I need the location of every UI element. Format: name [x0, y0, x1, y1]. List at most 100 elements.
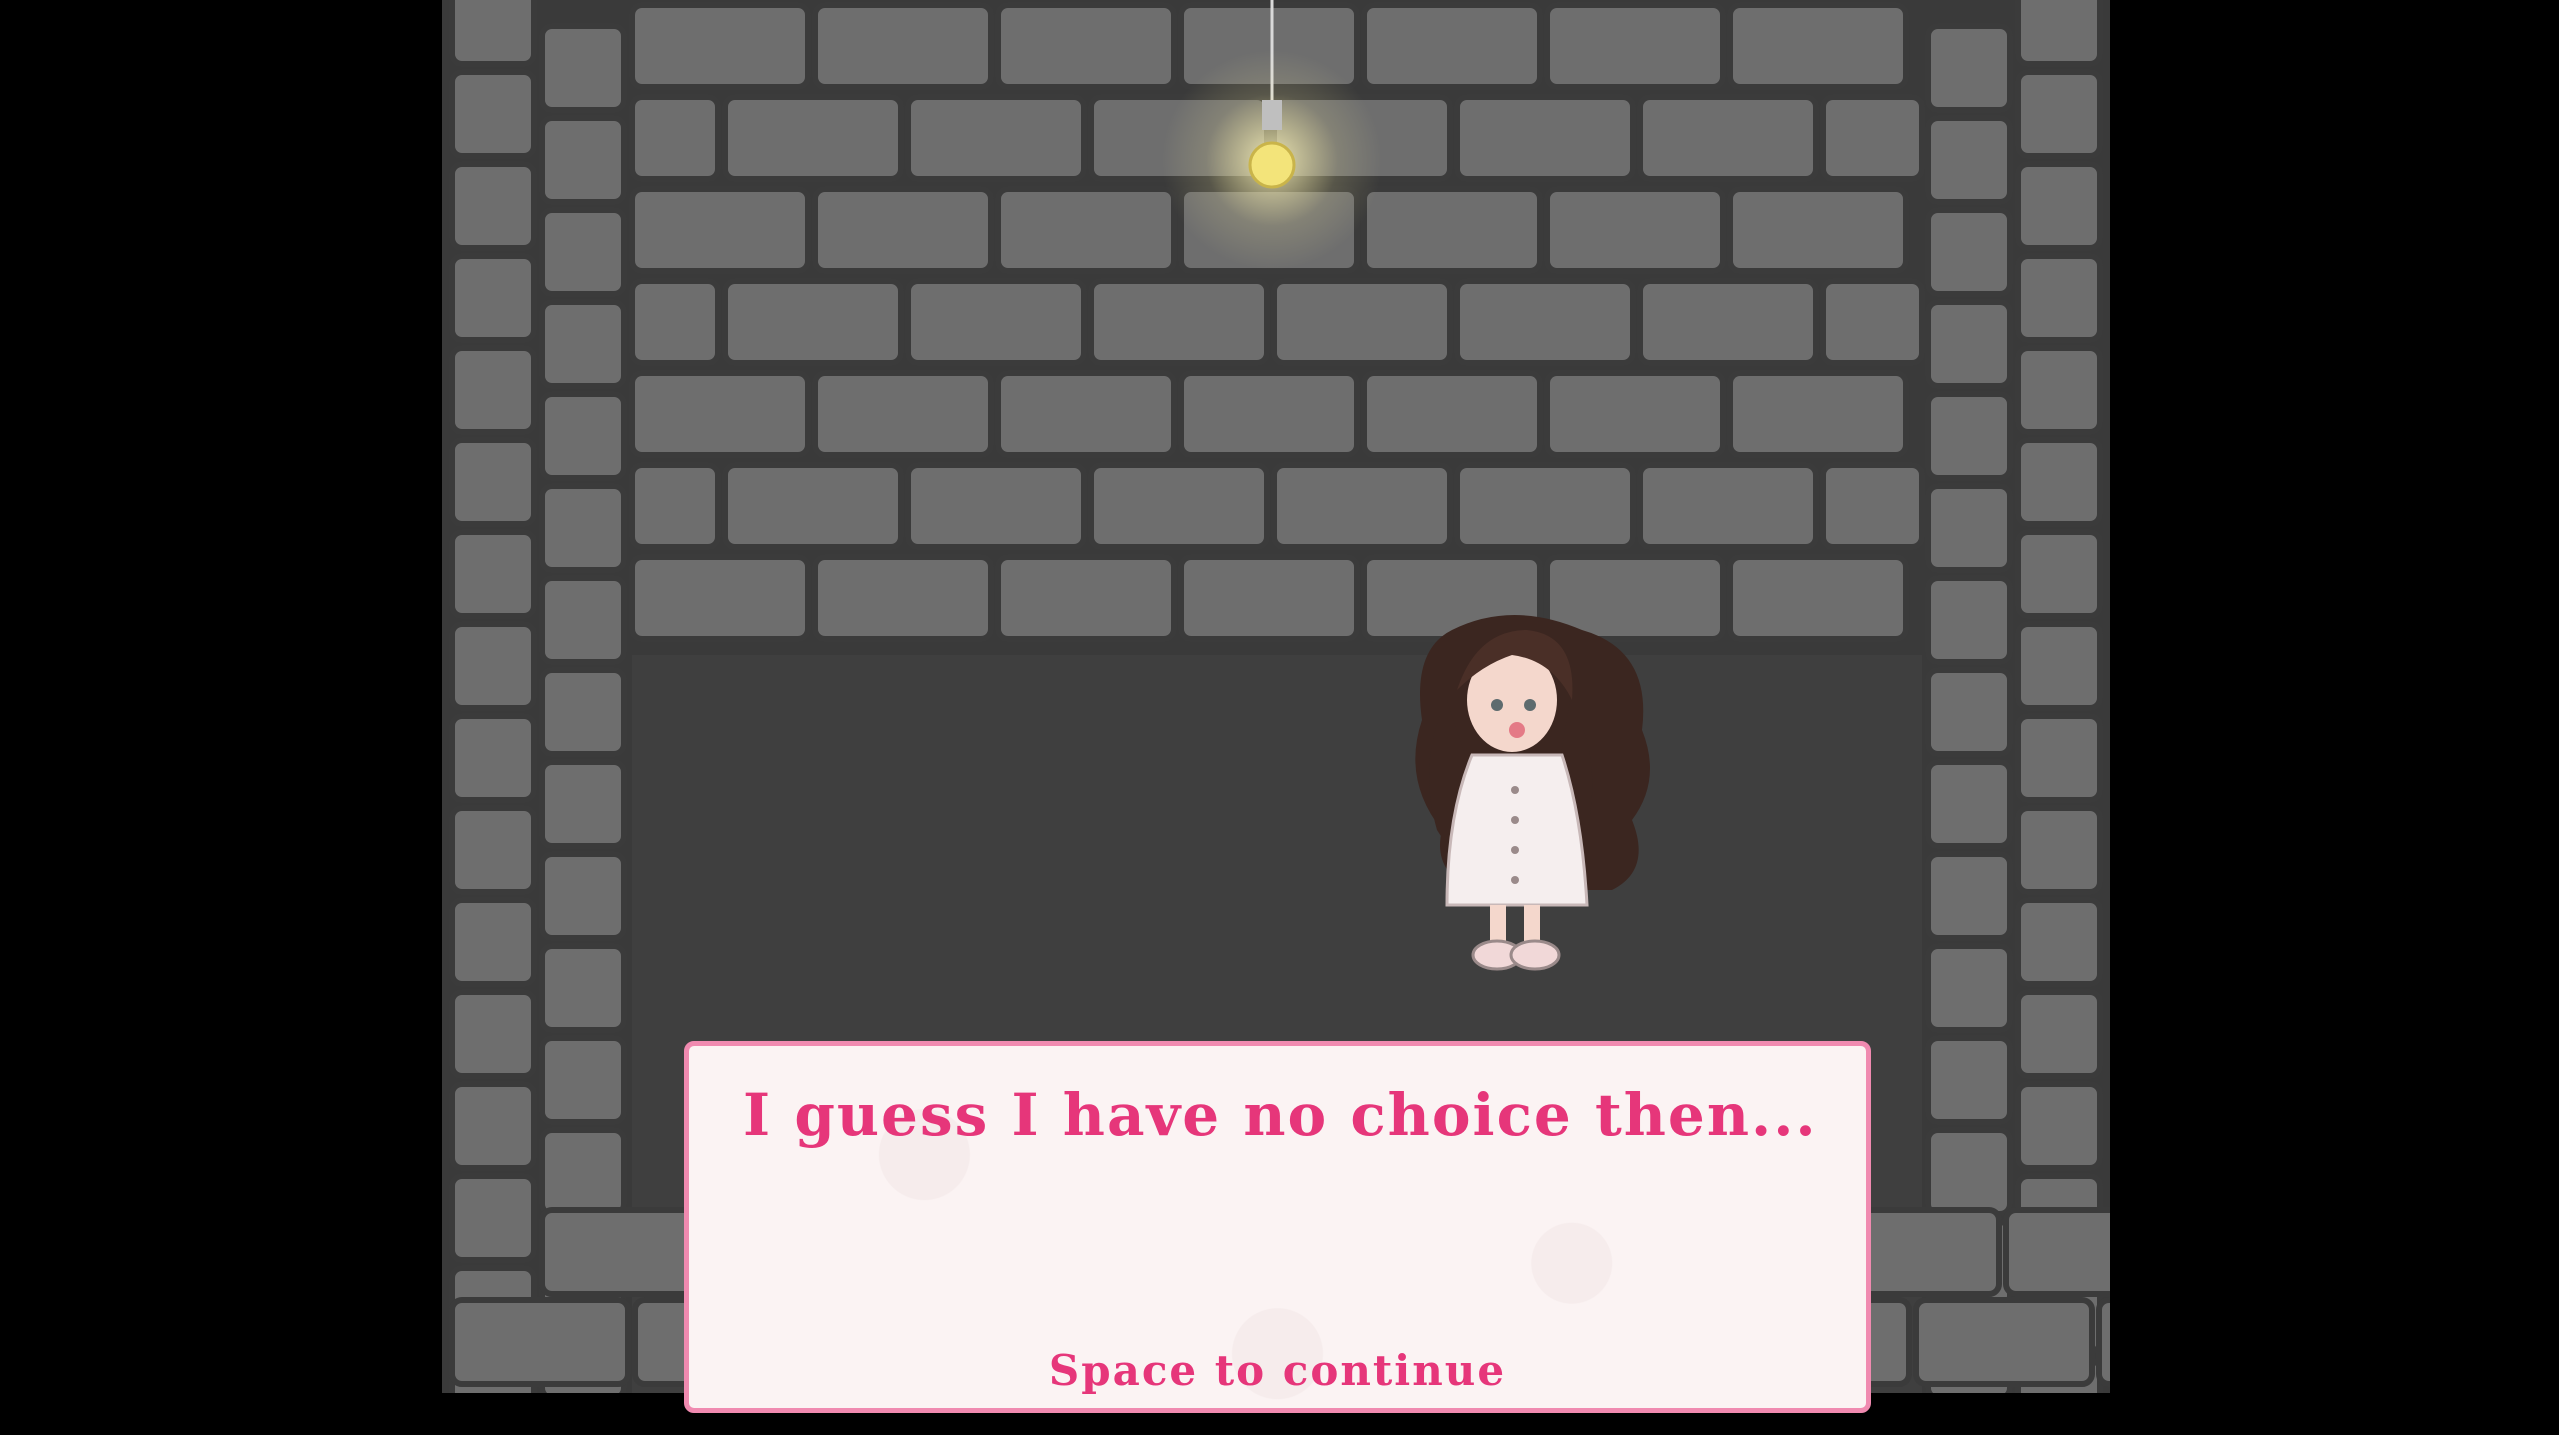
wall-brick: [995, 2, 1177, 90]
wall-brick: [539, 391, 627, 481]
wall-brick: [812, 370, 994, 458]
wall-brick: [995, 370, 1177, 458]
wall-brick: [2015, 1081, 2103, 1171]
wall-brick: [1544, 2, 1726, 90]
wall-brick: [449, 161, 537, 251]
wall-brick: [1454, 462, 1636, 550]
wall-brick: [812, 2, 994, 90]
wall-brick: [1361, 370, 1543, 458]
wall-brick: [449, 713, 537, 803]
wall-brick: [2015, 805, 2103, 895]
wall-brick: [2003, 1207, 2110, 1297]
wall-brick: [629, 370, 811, 458]
wall-brick: [629, 186, 811, 274]
wall-brick: [449, 1297, 631, 1387]
wall-brick: [1925, 575, 2013, 665]
dialog-text: I guess I have no choice then...: [743, 1081, 1818, 1149]
wall-brick: [1544, 186, 1726, 274]
wall-brick: [1361, 2, 1543, 90]
wall-brick: [2015, 161, 2103, 251]
wall-brick: [1727, 554, 1909, 642]
wall-brick: [449, 897, 537, 987]
wall-brick: [1925, 943, 2013, 1033]
wall-brick: [2015, 713, 2103, 803]
continue-hint: Space to continue: [1048, 1346, 1507, 1395]
wall-brick: [1637, 278, 1819, 366]
wall-brick: [2015, 989, 2103, 1079]
wall-brick: [539, 115, 627, 205]
wall-brick: [2015, 621, 2103, 711]
wall-brick: [449, 529, 537, 619]
wall-brick: [722, 278, 904, 366]
wall-brick: [1637, 94, 1819, 182]
wall-brick: [2015, 897, 2103, 987]
wall-brick: [812, 186, 994, 274]
wall-brick: [1925, 851, 2013, 941]
wall-brick: [995, 554, 1177, 642]
wall-brick: [539, 1127, 627, 1217]
wall-brick: [2015, 0, 2103, 67]
wall-brick: [1925, 759, 2013, 849]
wall-brick: [1925, 23, 2013, 113]
wall-brick: [539, 299, 627, 389]
wall-brick: [1178, 370, 1360, 458]
wall-brick: [449, 989, 537, 1079]
wall-brick: [1913, 1297, 2095, 1387]
wall-brick: [1925, 483, 2013, 573]
wall-brick: [1820, 462, 1925, 550]
wall-brick: [1637, 462, 1819, 550]
wall-brick: [1271, 278, 1453, 366]
wall-brick: [629, 2, 811, 90]
wall-brick: [1925, 391, 2013, 481]
wall-brick: [722, 94, 904, 182]
wall-brick: [1925, 667, 2013, 757]
wall-brick: [1454, 278, 1636, 366]
dialog-box[interactable]: I guess I have no choice then... Space t…: [684, 1041, 1871, 1413]
wall-brick: [722, 462, 904, 550]
wall-brick: [629, 94, 721, 182]
wall-brick: [539, 23, 627, 113]
wall-brick: [539, 575, 627, 665]
wall-brick: [449, 345, 537, 435]
wall-brick: [1820, 94, 1925, 182]
wall-brick: [812, 554, 994, 642]
wall-brick: [449, 437, 537, 527]
wall-brick: [905, 278, 1087, 366]
wall-brick: [539, 759, 627, 849]
wall-brick: [449, 805, 537, 895]
wall-brick: [1454, 94, 1636, 182]
left-pillar: [449, 0, 627, 1393]
wall-brick: [1925, 115, 2013, 205]
wall-brick: [2015, 529, 2103, 619]
wall-brick: [1925, 1127, 2013, 1217]
wall-brick: [449, 0, 537, 67]
wall-brick: [1727, 2, 1909, 90]
wall-brick: [539, 851, 627, 941]
wall-brick: [1361, 186, 1543, 274]
wall-brick: [449, 621, 537, 711]
wall-brick: [2096, 1297, 2110, 1387]
wall-brick: [539, 667, 627, 757]
wall-brick: [1727, 370, 1909, 458]
wall-brick: [629, 554, 811, 642]
wall-brick: [449, 1173, 537, 1263]
wall-brick: [1178, 554, 1360, 642]
wall-brick: [1727, 186, 1909, 274]
wall-brick: [629, 462, 721, 550]
wall-brick: [2015, 345, 2103, 435]
wall-brick: [905, 94, 1087, 182]
wall-brick: [2015, 69, 2103, 159]
wall-brick: [449, 1081, 537, 1171]
wall-brick: [905, 462, 1087, 550]
wall-brick: [539, 483, 627, 573]
wall-brick: [2015, 437, 2103, 527]
wall-brick: [1925, 207, 2013, 297]
wall-brick: [2015, 253, 2103, 343]
wall-brick: [1925, 299, 2013, 389]
wall-brick: [1820, 278, 1925, 366]
wall-brick: [539, 1035, 627, 1125]
wall-brick: [1088, 462, 1270, 550]
wall-brick: [1925, 1035, 2013, 1125]
right-pillar: [1925, 0, 2103, 1393]
wall-brick: [1544, 370, 1726, 458]
